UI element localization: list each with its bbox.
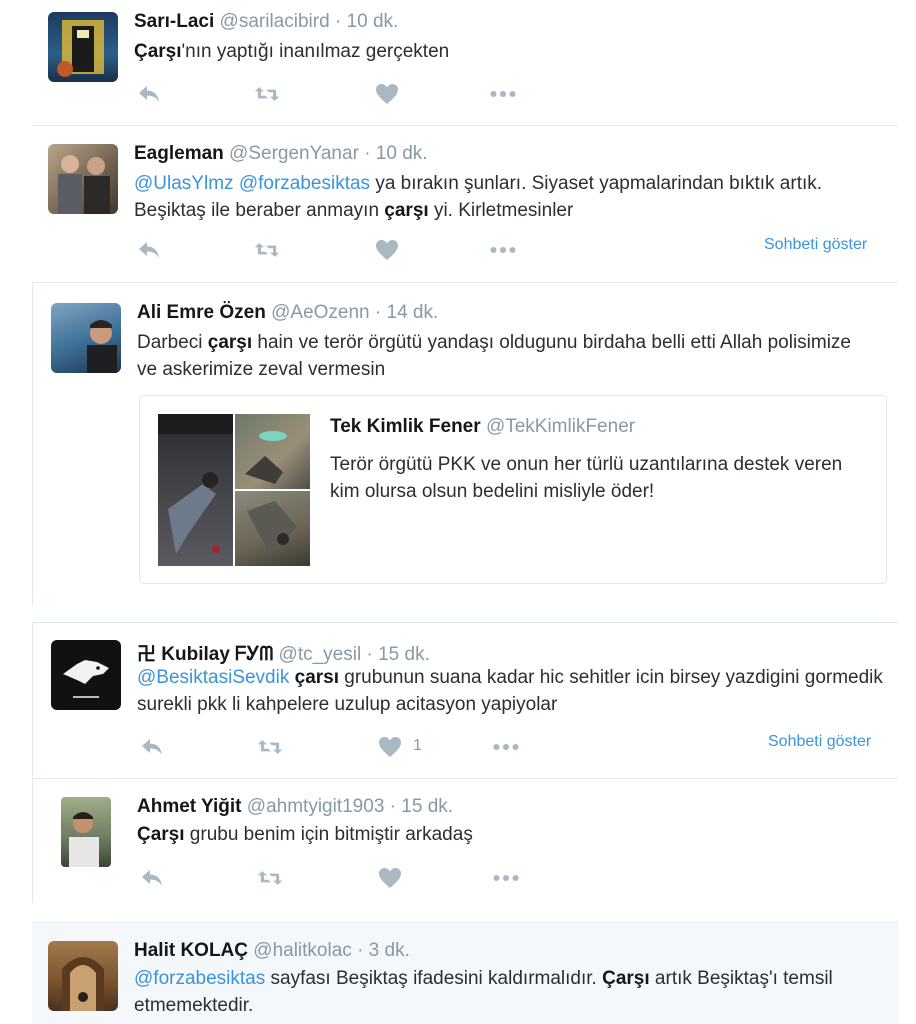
media-photo[interactable] <box>235 491 310 566</box>
tweet-text: @forzabesiktas sayfası Beşiktaş ifadesin… <box>134 965 874 1019</box>
heart-icon[interactable] <box>377 866 403 890</box>
timestamp[interactable]: 14 dk. <box>387 302 439 323</box>
retweet-icon[interactable] <box>254 82 280 106</box>
like-count: 1 <box>413 737 422 754</box>
fullname-prefix: 卍 <box>137 644 157 665</box>
mention-link[interactable]: @forzabesiktas <box>239 173 370 194</box>
tweet-actions: 1 <box>137 735 537 759</box>
tweet[interactable]: Eagleman @SergenYanar · 10 dk. @UlasYlmz… <box>32 125 898 280</box>
quoted-tweet-media[interactable] <box>158 414 310 566</box>
mention-link[interactable]: @UlasYlmz <box>134 173 234 194</box>
meta-separator: · <box>374 302 382 323</box>
quoted-fullname[interactable]: Tek Kimlik Fener <box>330 416 481 437</box>
more-icon[interactable] <box>493 866 519 890</box>
fullname[interactable]: Ahmet Yiğit <box>137 796 242 817</box>
reply-icon[interactable] <box>139 866 165 890</box>
text-segment: 'nın yaptığı inanılmaz gerçekten <box>181 41 450 62</box>
media-photo[interactable] <box>235 414 310 489</box>
tweet[interactable]: 卍 Kubilay ᖴᎩᗰ @tc_yesil · 15 dk. @Besikt… <box>32 622 898 777</box>
highlighted-keyword: çarşı <box>207 332 253 353</box>
timestamp[interactable]: 15 dk. <box>378 644 430 665</box>
retweet-icon[interactable] <box>254 238 280 262</box>
tweet-text: Çarşı'nın yaptığı inanılmaz gerçekten <box>134 38 874 65</box>
tweet-actions <box>134 238 534 262</box>
highlighted-keyword: Çarşı <box>137 824 185 845</box>
username[interactable]: @SergenYanar <box>229 143 359 164</box>
username[interactable]: @AeOzenn <box>271 302 370 323</box>
meta-separator: · <box>389 796 396 817</box>
more-icon[interactable] <box>493 735 519 759</box>
timestamp[interactable]: 15 dk. <box>401 796 453 817</box>
retweet-icon[interactable] <box>257 735 283 759</box>
tweet-text: Darbeci çarşı hain ve terör örgütü yanda… <box>137 329 857 383</box>
text-segment: grubu benim için bitmiştir arkadaş <box>184 824 473 845</box>
reply-icon[interactable] <box>136 238 162 262</box>
tweet[interactable]: Sarı-Laci @sarilacibird · 10 dk. Çarşı'n… <box>32 0 898 125</box>
fullname[interactable]: Eagleman <box>134 143 224 164</box>
quoted-username[interactable]: @TekKimlikFener <box>486 416 635 437</box>
tweet-text: @UlasYlmz @forzabesiktas ya bırakın şunl… <box>134 170 864 224</box>
text-segment: Darbeci <box>137 332 208 353</box>
mention-link[interactable]: @forzabesiktas <box>134 968 265 989</box>
avatar[interactable] <box>61 797 111 867</box>
tweet-actions <box>134 82 534 106</box>
fullname[interactable]: Halit KOLAÇ <box>134 940 248 961</box>
more-icon[interactable] <box>490 238 516 262</box>
heart-icon[interactable] <box>374 238 400 262</box>
avatar[interactable] <box>51 640 121 710</box>
meta-separator: · <box>357 940 364 961</box>
meta-separator: · <box>364 143 371 164</box>
highlighted-keyword: Çarşı <box>602 968 650 989</box>
tweet[interactable]: Ali Emre Özen @AeOzenn · 14 dk. Darbeci … <box>32 282 898 605</box>
heart-icon[interactable] <box>374 82 400 106</box>
avatar[interactable] <box>51 303 121 373</box>
text-segment: sayfası Beşiktaş ifadesini kaldırmalıdır… <box>265 968 603 989</box>
reply-icon[interactable] <box>139 735 165 759</box>
highlighted-keyword: çarsı <box>294 667 339 688</box>
tweet-text: @BesiktasiSevdik çarsı grubunun suana ka… <box>137 664 887 718</box>
highlighted-keyword: Çarşı <box>134 41 182 62</box>
fullname[interactable]: Sarı-Laci <box>134 11 214 32</box>
text-segment: yi. Kirletmesinler <box>428 200 574 221</box>
quoted-tweet[interactable]: Tek Kimlik Fener @TekKimlikFener Terör ö… <box>139 395 887 584</box>
username[interactable]: @sarilacibird <box>220 11 330 32</box>
timestamp[interactable]: 3 dk. <box>369 940 410 961</box>
mention-link[interactable]: @BesiktasiSevdik <box>137 667 289 688</box>
show-conversation-link[interactable]: Sohbeti göster <box>764 236 867 254</box>
retweet-icon[interactable] <box>257 866 283 890</box>
fullname[interactable]: Kubilay ᖴᎩᗰ <box>161 644 273 665</box>
meta-separator: · <box>366 644 373 665</box>
media-photo[interactable] <box>158 414 233 566</box>
timestamp[interactable]: 10 dk. <box>347 11 399 32</box>
quoted-tweet-text: Terör örgütü PKK ve onun her türlü uzant… <box>330 454 843 502</box>
avatar[interactable] <box>48 941 118 1011</box>
highlighted-keyword: çarşı <box>384 200 429 221</box>
username[interactable]: @tc_yesil <box>279 644 362 665</box>
meta-separator: · <box>334 11 342 32</box>
heart-icon[interactable] <box>377 735 403 759</box>
tweet-actions <box>137 866 537 890</box>
fullname[interactable]: Ali Emre Özen <box>137 302 266 323</box>
more-icon[interactable] <box>490 82 516 106</box>
username[interactable]: @ahmtyigit1903 <box>247 796 385 817</box>
tweet[interactable]: Halit KOLAÇ @halitkolac · 3 dk. @forzabe… <box>32 922 898 1024</box>
tweet-text: Çarşı grubu benim için bitmiştir arkadaş <box>137 821 877 848</box>
show-conversation-link[interactable]: Sohbeti göster <box>768 733 871 751</box>
username[interactable]: @halitkolac <box>253 940 352 961</box>
avatar[interactable] <box>48 144 118 214</box>
tweet[interactable]: Ahmet Yiğit @ahmtyigit1903 · 15 dk. Çarş… <box>32 778 898 903</box>
timestamp[interactable]: 10 dk. <box>376 143 428 164</box>
reply-icon[interactable] <box>136 82 162 106</box>
avatar[interactable] <box>48 12 118 82</box>
